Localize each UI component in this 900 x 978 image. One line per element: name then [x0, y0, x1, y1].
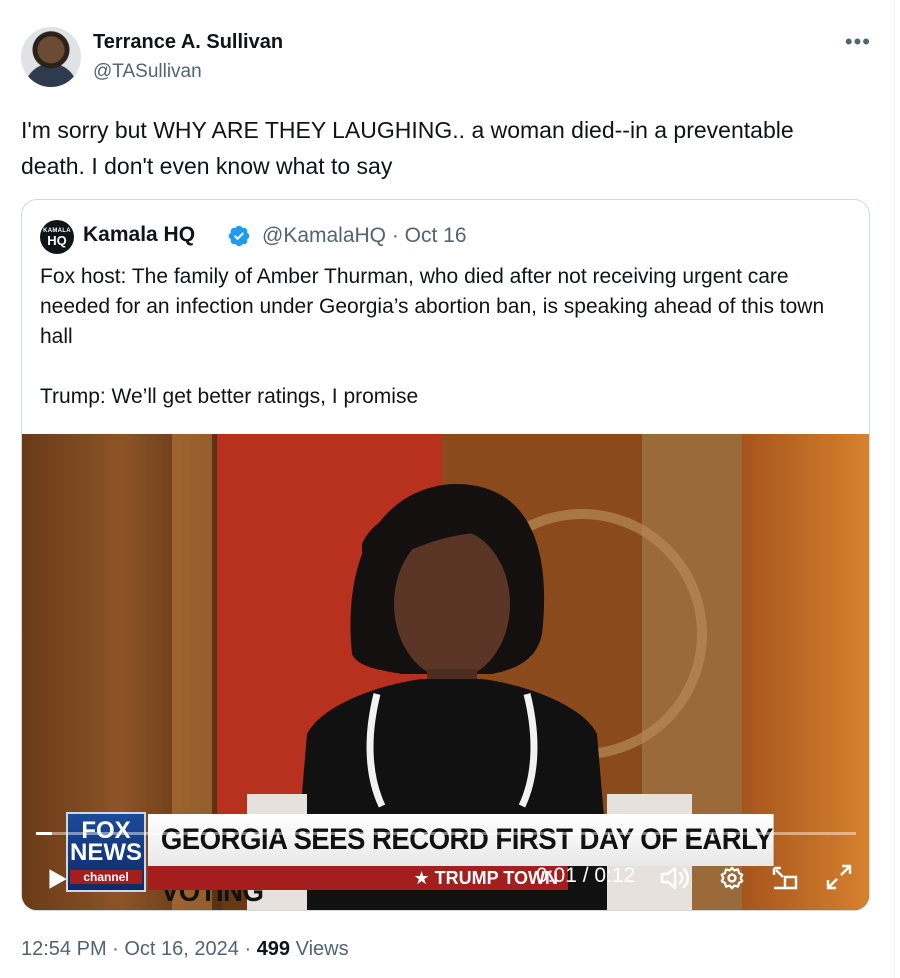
- avatar[interactable]: [21, 27, 81, 87]
- fox-news-logo: FOX NEWS channel: [66, 812, 146, 892]
- tweet-header: Terrance A. Sullivan @TASullivan •••: [21, 27, 871, 89]
- volume-icon[interactable]: [659, 864, 691, 892]
- news-logo-text: NEWS: [70, 839, 142, 866]
- avatar-logo-text: HQ: [47, 233, 67, 248]
- video-time: 0:01 / 0:12: [536, 864, 636, 887]
- channel-logo-text: channel: [70, 870, 142, 884]
- more-options-icon[interactable]: •••: [845, 29, 871, 55]
- timestamp[interactable]: 12:54 PM · Oct 16, 2024 ·: [21, 938, 257, 960]
- tweet-text: I'm sorry but WHY ARE THEY LAUGHING.. a …: [21, 117, 794, 179]
- tweet-meta: 12:54 PM · Oct 16, 2024 · 499 Views: [21, 938, 349, 961]
- views-label: Views: [290, 938, 349, 960]
- quoted-text: Fox host: The family of Amber Thurman, w…: [40, 262, 850, 412]
- author-name[interactable]: Terrance A. Sullivan: [93, 31, 283, 54]
- verified-badge-icon: [228, 225, 250, 247]
- quoted-paragraph: Trump: We’ll get better ratings, I promi…: [40, 385, 419, 408]
- quoted-header: KAMALA HQ Kamala HQ @KamalaHQ · Oct 16: [40, 220, 840, 254]
- settings-gear-icon[interactable]: [719, 865, 745, 891]
- fullscreen-icon[interactable]: [825, 863, 853, 891]
- video-progress-bar[interactable]: [36, 832, 856, 835]
- author-handle[interactable]: @TASullivan: [93, 61, 202, 83]
- picture-in-picture-icon[interactable]: [771, 865, 799, 891]
- quoted-paragraph: Fox host: The family of Amber Thurman, w…: [40, 265, 825, 348]
- column-border: [894, 0, 895, 978]
- kamala-hq-avatar[interactable]: KAMALA HQ: [40, 220, 74, 254]
- chyron-headline: GEORGIA SEES RECORD FIRST DAY OF EARLY V…: [148, 814, 774, 908]
- views-count: 499: [256, 938, 291, 960]
- quoted-tweet[interactable]: KAMALA HQ Kamala HQ @KamalaHQ · Oct 16 F…: [21, 199, 870, 911]
- video-player[interactable]: FOX NEWS channel GEORGIA SEES RECORD FIR…: [22, 434, 869, 910]
- quoted-handle-date[interactable]: @KamalaHQ · Oct 16: [262, 224, 467, 248]
- video-progress-fill: [36, 832, 53, 835]
- play-icon[interactable]: [44, 866, 70, 892]
- quoted-author-name[interactable]: Kamala HQ: [83, 223, 195, 247]
- chyron-subline: ★ TRUMP TOWN: [148, 866, 568, 890]
